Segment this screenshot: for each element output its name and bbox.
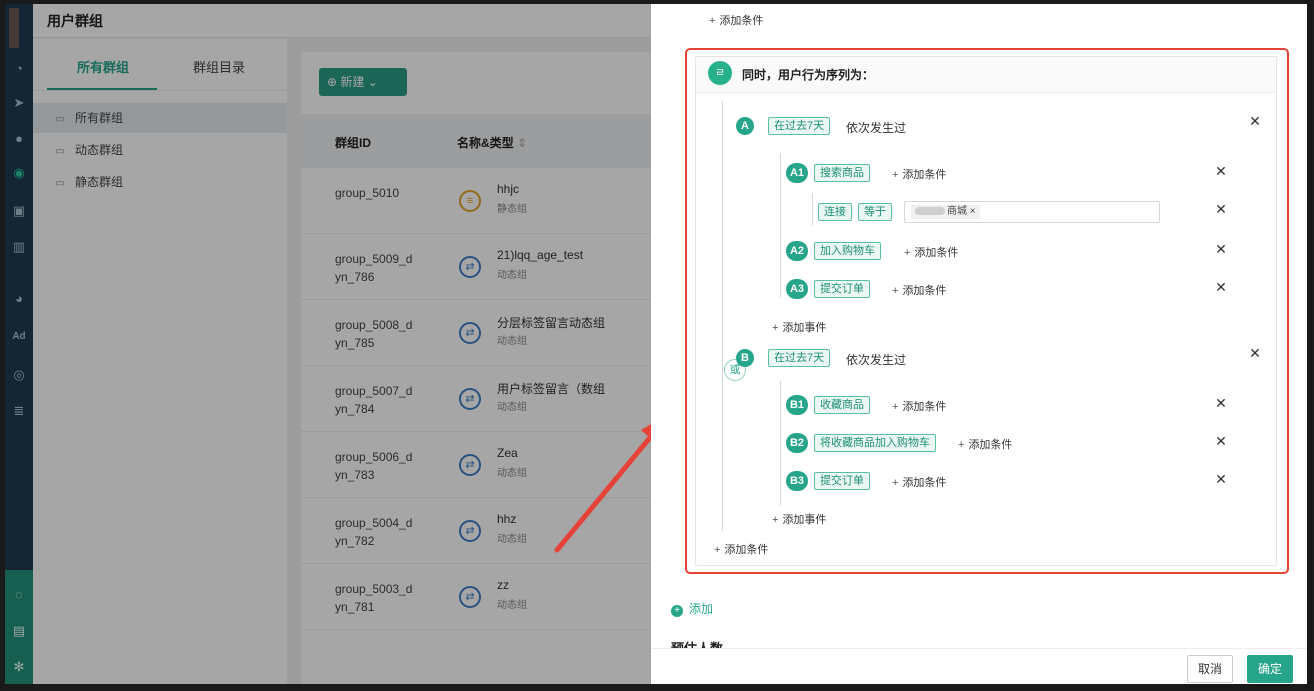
confirm-button[interactable]: 确定 [1247, 655, 1294, 683]
add-condition-b3[interactable]: + 添加条件 [892, 474, 946, 490]
filter-line-a1 [812, 193, 813, 225]
sequence-title: 同时，用户行为序列为： [742, 68, 875, 82]
event-select-b1[interactable]: 收藏商品 [814, 396, 870, 414]
step-b3-badge: B3 [786, 471, 808, 491]
step-b2-badge: B2 [786, 433, 808, 453]
event-select-a3[interactable]: 提交订单 [814, 280, 870, 298]
step-line-b [780, 381, 781, 505]
sequence-header: ㄹ 同时，用户行为序列为： [696, 57, 1276, 93]
add-button[interactable]: + 添加 [671, 600, 713, 617]
add-condition-b2[interactable]: + 添加条件 [958, 436, 1012, 452]
close-icon[interactable]: ✕ [1248, 345, 1262, 362]
event-select-b3[interactable]: 提交订单 [814, 472, 870, 490]
filter-operator-a1[interactable]: 等于 [858, 203, 892, 221]
step-a2-badge: A2 [786, 241, 808, 261]
relation-a[interactable]: 依次发生过 [846, 119, 906, 136]
add-condition-link-top[interactable]: + 添加条件 [709, 12, 763, 28]
add-event-b[interactable]: + 添加事件 [772, 511, 826, 527]
step-line-a [780, 153, 781, 297]
period-select-a[interactable]: 在过去7天 [768, 117, 831, 135]
add-condition-a1[interactable]: + 添加条件 [892, 166, 946, 182]
sequence-b-badge: B [736, 349, 754, 367]
app-window: ◔ ➤ ● ◉ ▣ ▥ ◕ Ad ◎ ≣ ◌ ▤ ✻ 用户群组 所有群组 群组目… [5, 4, 1307, 684]
sequence-a-badge: A [736, 117, 754, 135]
add-condition-a2[interactable]: + 添加条件 [904, 244, 958, 260]
close-icon[interactable]: ✕ [1214, 433, 1228, 450]
sequence-card: ㄹ 同时，用户行为序列为： 或 A 在过去7天 依次发生过 ✕ A1 搜索商品 … [695, 56, 1277, 566]
close-icon[interactable]: ✕ [1214, 241, 1228, 258]
filter-value-input[interactable]: 商城 × [904, 201, 1160, 223]
close-icon[interactable]: ✕ [1214, 279, 1228, 296]
redacted-text [915, 207, 945, 216]
value-chip: 商城 × [911, 205, 980, 219]
plus-icon: + [671, 605, 683, 617]
event-select-a2[interactable]: 加入购物车 [814, 242, 881, 260]
modal-overlay[interactable] [5, 4, 651, 684]
add-event-a[interactable]: + 添加事件 [772, 319, 826, 335]
or-connector-line [722, 101, 723, 531]
close-icon[interactable]: ✕ [1214, 395, 1228, 412]
step-a1-badge: A1 [786, 163, 808, 183]
filter-field-a1[interactable]: 连接 [818, 203, 852, 221]
step-a3-badge: A3 [786, 279, 808, 299]
estimate-heading: 预估人数 [671, 638, 723, 648]
add-condition-a3[interactable]: + 添加条件 [892, 282, 946, 298]
add-condition-bottom[interactable]: + 添加条件 [714, 541, 768, 557]
sequence-icon: ㄹ [708, 61, 732, 85]
close-icon[interactable]: ✕ [1214, 471, 1228, 488]
close-icon[interactable]: ✕ [1214, 163, 1228, 180]
add-condition-b1[interactable]: + 添加条件 [892, 398, 946, 414]
condition-drawer: + 添加条件 ㄹ 同时，用户行为序列为： 或 A 在过去7天 依次发生过 ✕ A1… [651, 4, 1307, 684]
close-icon[interactable]: ✕ [1214, 201, 1228, 218]
drawer-footer: 取消 确定 [651, 648, 1307, 684]
step-b1-badge: B1 [786, 395, 808, 415]
event-select-b2[interactable]: 将收藏商品加入购物车 [814, 434, 936, 452]
relation-b[interactable]: 依次发生过 [846, 351, 906, 368]
close-icon[interactable]: ✕ [1248, 113, 1262, 130]
period-select-b[interactable]: 在过去7天 [768, 349, 831, 367]
event-select-a1[interactable]: 搜索商品 [814, 164, 870, 182]
cancel-button[interactable]: 取消 [1187, 655, 1234, 683]
remove-chip-icon[interactable]: × [970, 206, 976, 217]
